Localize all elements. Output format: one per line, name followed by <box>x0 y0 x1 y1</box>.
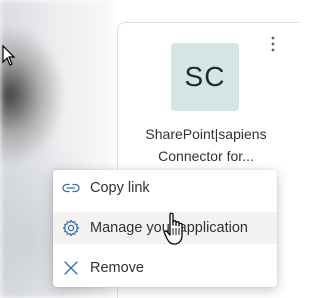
menu-item-label: Remove <box>90 260 144 276</box>
hand-cursor-icon <box>163 212 183 245</box>
app-title[interactable]: SharePoint|sapiens Connector for... <box>126 123 286 167</box>
menu-item-copy-link[interactable]: Copy link <box>53 172 277 204</box>
close-icon <box>60 257 82 279</box>
more-vertical-icon <box>271 36 275 52</box>
app-title-line1: SharePoint|sapiens <box>145 126 267 142</box>
app-avatar-initials: SC <box>184 61 226 92</box>
app-title-line2: Connector for... <box>158 148 254 164</box>
gear-icon <box>60 217 82 239</box>
menu-item-label: Copy link <box>90 180 150 196</box>
link-icon <box>60 177 82 199</box>
more-options-button[interactable] <box>266 33 280 55</box>
move-cursor-icon <box>2 44 16 66</box>
menu-item-remove[interactable]: Remove <box>53 252 277 284</box>
app-avatar: SC <box>171 43 239 111</box>
